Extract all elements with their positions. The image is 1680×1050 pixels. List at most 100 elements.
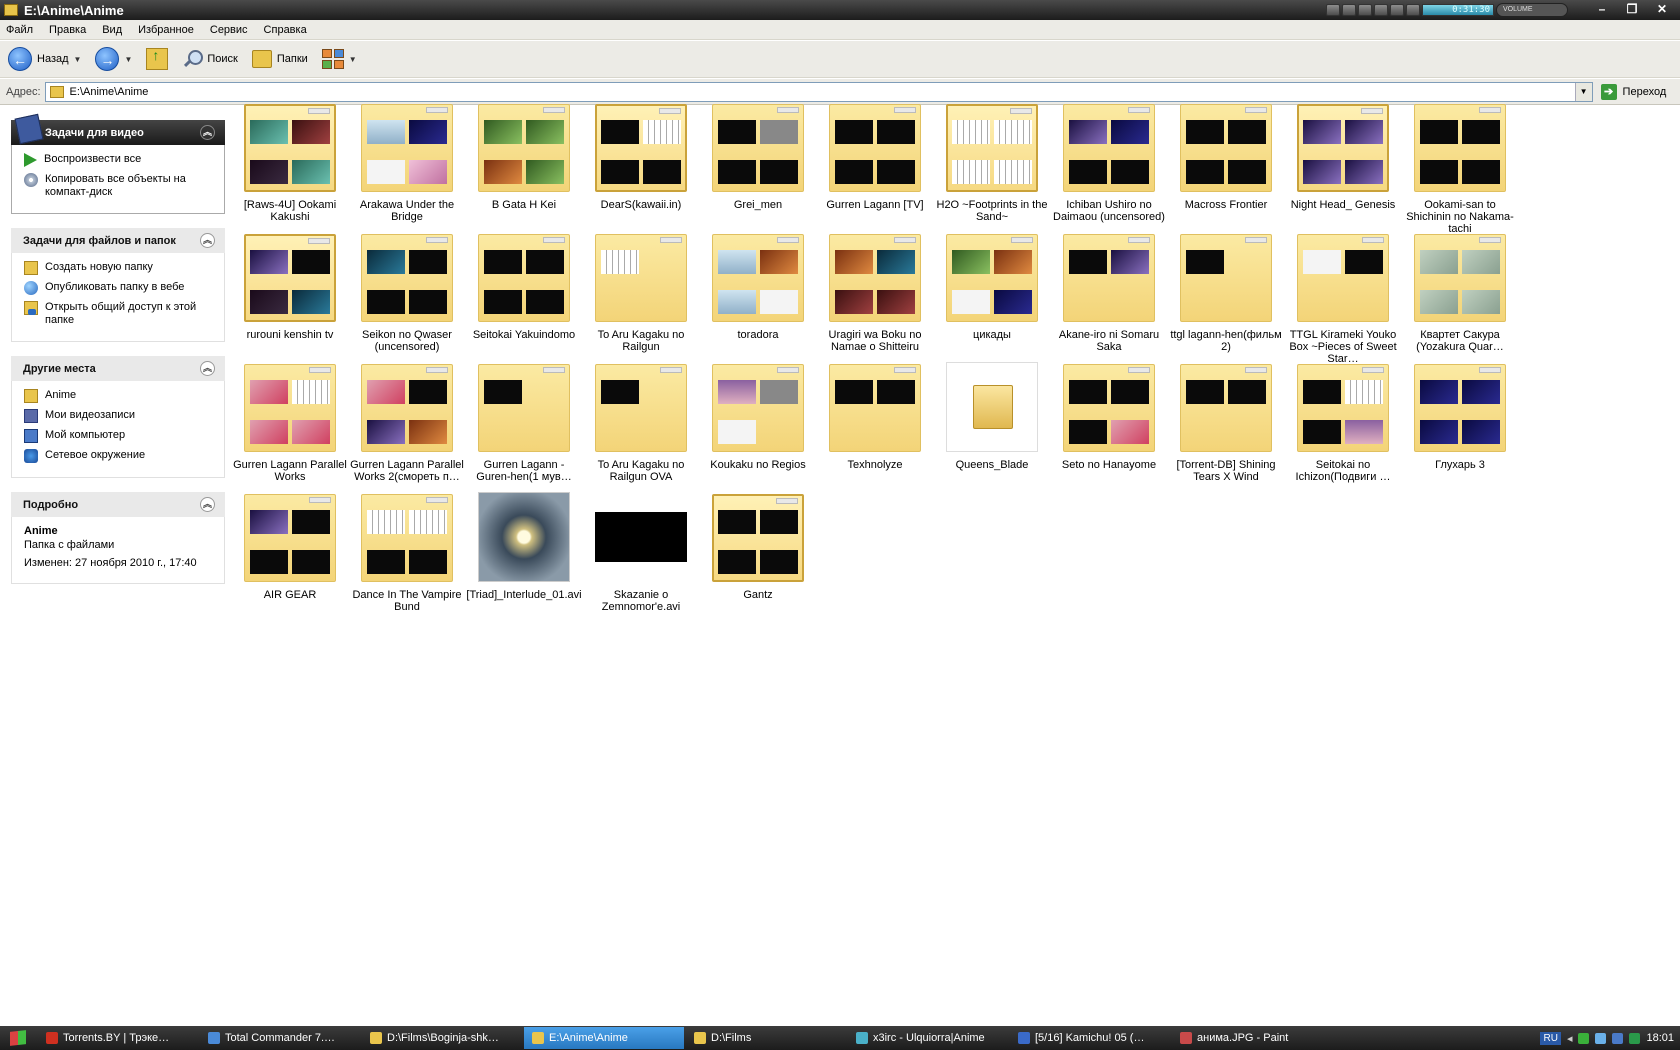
menu-file[interactable]: Файл bbox=[6, 24, 33, 36]
task-new-folder[interactable]: Создать новую папку bbox=[24, 261, 214, 275]
collapse-icon[interactable]: ︽ bbox=[200, 497, 215, 512]
taskbar-button[interactable]: Torrents.BY | Трэке… bbox=[38, 1027, 198, 1049]
file-item[interactable]: Arakawa Under the Bridge bbox=[349, 102, 465, 223]
search-button[interactable]: Поиск bbox=[182, 49, 238, 69]
player-play-button[interactable] bbox=[1342, 4, 1356, 16]
player-eject-button[interactable] bbox=[1406, 4, 1420, 16]
file-item[interactable]: To Aru Kagaku no Railgun OVA bbox=[583, 362, 699, 483]
tray-network-icon[interactable] bbox=[1595, 1032, 1607, 1044]
other-places-header[interactable]: Другие места ︽ bbox=[11, 356, 225, 381]
file-item[interactable]: Skazanie o Zemnomor'e.avi bbox=[583, 492, 699, 613]
folders-button[interactable]: Папки bbox=[251, 50, 308, 68]
collapse-icon[interactable]: ︽ bbox=[200, 125, 215, 140]
file-item[interactable]: Night Head_ Genesis bbox=[1285, 102, 1401, 211]
volume-slider[interactable]: VOLUME bbox=[1496, 3, 1568, 17]
place-anime[interactable]: Anime bbox=[24, 389, 214, 403]
chevron-down-icon[interactable]: ▼ bbox=[349, 55, 357, 64]
file-item[interactable]: [Torrent-DB] Shining Tears X Wind bbox=[1168, 362, 1284, 483]
file-item[interactable]: Texhnolyze bbox=[817, 362, 933, 471]
file-item[interactable]: ttgl lagann-hen(фильм 2) bbox=[1168, 232, 1284, 353]
task-share-folder[interactable]: Открыть общий доступ к этой папке bbox=[24, 301, 214, 327]
task-copy-to-cd[interactable]: Копировать все объекты на компакт-диск bbox=[24, 173, 214, 199]
menu-favorites[interactable]: Избранное bbox=[138, 24, 194, 36]
file-item[interactable]: DearS(kawaii.in) bbox=[583, 102, 699, 211]
taskbar-button[interactable]: D:\Films\Boginja-shk… bbox=[362, 1027, 522, 1049]
file-item[interactable]: TTGL Kirameki Youko Box ~Pieces of Sweet… bbox=[1285, 232, 1401, 365]
tray-expand-icon[interactable]: ◂ bbox=[1567, 1032, 1573, 1045]
file-item[interactable]: B Gata H Kei bbox=[466, 102, 582, 211]
taskbar-button[interactable]: анима.JPG - Paint bbox=[1172, 1027, 1332, 1049]
menu-view[interactable]: Вид bbox=[102, 24, 122, 36]
taskbar-button[interactable]: E:\Anime\Anime bbox=[524, 1027, 684, 1049]
file-item[interactable]: Gurren Lagann - Guren-hen(1 мув… bbox=[466, 362, 582, 483]
file-item[interactable]: Seitokai Yakuindomo bbox=[466, 232, 582, 341]
minimize-button[interactable]: – bbox=[1590, 1, 1614, 17]
maximize-button[interactable]: ❐ bbox=[1620, 1, 1644, 17]
details-header[interactable]: Подробно ︽ bbox=[11, 492, 225, 517]
player-prev-button[interactable] bbox=[1326, 4, 1340, 16]
file-item[interactable]: Gurren Lagann [TV] bbox=[817, 102, 933, 211]
tray-monitor-icon[interactable] bbox=[1612, 1032, 1624, 1044]
tray-shield-icon[interactable] bbox=[1629, 1032, 1641, 1044]
file-item[interactable]: rurouni kenshin tv bbox=[232, 232, 348, 341]
taskbar-button[interactable]: x3irc - Ulquiorra|Anime bbox=[848, 1027, 1008, 1049]
file-item[interactable]: Gurren Lagann Parallel Works bbox=[232, 362, 348, 483]
file-item[interactable]: Глухарь 3 bbox=[1402, 362, 1518, 471]
taskbar-button[interactable]: Total Commander 7.… bbox=[200, 1027, 360, 1049]
collapse-icon[interactable]: ︽ bbox=[200, 233, 215, 248]
chevron-down-icon[interactable]: ▼ bbox=[74, 55, 82, 64]
file-item[interactable]: Квартет Сакура (Yozakura Quar… bbox=[1402, 232, 1518, 353]
file-item[interactable]: Macross Frontier bbox=[1168, 102, 1284, 211]
file-item[interactable]: Koukaku no Regios bbox=[700, 362, 816, 471]
file-item[interactable]: Ookami-san to Shichinin no Nakama-tachi bbox=[1402, 102, 1518, 235]
video-tasks-header[interactable]: Задачи для видео ︽ bbox=[11, 113, 225, 145]
file-item[interactable]: Seto no Hanayome bbox=[1051, 362, 1167, 471]
file-item[interactable]: toradora bbox=[700, 232, 816, 341]
file-item[interactable]: H2O ~Footprints in the Sand~ bbox=[934, 102, 1050, 223]
chevron-down-icon[interactable]: ▼ bbox=[124, 55, 132, 64]
file-item[interactable]: Uragiri wa Boku no Namae o Shitteiru bbox=[817, 232, 933, 353]
file-item[interactable]: Akane-iro ni Somaru Saka bbox=[1051, 232, 1167, 353]
menu-edit[interactable]: Правка bbox=[49, 24, 86, 36]
views-button[interactable]: ▼ bbox=[321, 49, 357, 69]
task-label: Открыть общий доступ к этой папке bbox=[45, 301, 197, 326]
player-pause-button[interactable] bbox=[1358, 4, 1372, 16]
start-button[interactable] bbox=[0, 1026, 36, 1050]
up-folder-button[interactable] bbox=[146, 47, 169, 70]
file-item[interactable]: Seitokai no Ichizon(Подвиги … bbox=[1285, 362, 1401, 483]
back-button[interactable]: ← Назад ▼ bbox=[8, 47, 81, 71]
file-item[interactable]: Gantz bbox=[700, 492, 816, 601]
task-play-all[interactable]: Воспроизвести все bbox=[24, 153, 214, 167]
player-next-button[interactable] bbox=[1390, 4, 1404, 16]
file-tasks-header[interactable]: Задачи для файлов и папок ︽ bbox=[11, 228, 225, 253]
file-item[interactable]: [Raws-4U] Ookami Kakushi bbox=[232, 102, 348, 223]
file-item[interactable]: Gurren Lagann Parallel Works 2(смореть п… bbox=[349, 362, 465, 483]
place-my-computer[interactable]: Мой компьютер bbox=[24, 429, 214, 443]
file-item[interactable]: [Triad]_Interlude_01.avi bbox=[466, 492, 582, 601]
player-stop-button[interactable] bbox=[1374, 4, 1388, 16]
go-button[interactable]: ➔ Переход bbox=[1600, 83, 1666, 100]
file-item[interactable]: To Aru Kagaku no Railgun bbox=[583, 232, 699, 353]
menu-tools[interactable]: Сервис bbox=[210, 24, 248, 36]
taskbar-button[interactable]: [5/16] Kamichu! 05 (… bbox=[1010, 1027, 1170, 1049]
collapse-icon[interactable]: ︽ bbox=[200, 361, 215, 376]
menu-help[interactable]: Справка bbox=[264, 24, 307, 36]
file-item[interactable]: AIR GEAR bbox=[232, 492, 348, 601]
preview-image bbox=[367, 550, 405, 574]
file-item[interactable]: Seikon no Qwaser (uncensored) bbox=[349, 232, 465, 353]
file-item[interactable]: Grei_men bbox=[700, 102, 816, 211]
language-indicator[interactable]: RU bbox=[1540, 1031, 1561, 1045]
file-item[interactable]: Dance In The Vampire Bund bbox=[349, 492, 465, 613]
file-item[interactable]: Queens_Blade bbox=[934, 362, 1050, 471]
place-network[interactable]: Сетевое окружение bbox=[24, 449, 214, 463]
file-item[interactable]: цикады bbox=[934, 232, 1050, 341]
file-item[interactable]: Ichiban Ushiro no Daimaou (uncensored) bbox=[1051, 102, 1167, 223]
address-dropdown-button[interactable]: ▼ bbox=[1574, 82, 1592, 101]
taskbar-button[interactable]: D:\Films bbox=[686, 1027, 846, 1049]
address-input[interactable]: E:\Anime\Anime ▼ bbox=[44, 81, 1593, 102]
task-publish-web[interactable]: Опубликовать папку в вебе bbox=[24, 281, 214, 295]
close-button[interactable]: ✕ bbox=[1650, 1, 1674, 17]
tray-app-icon[interactable] bbox=[1578, 1032, 1590, 1044]
place-my-videos[interactable]: Мои видеозаписи bbox=[24, 409, 214, 423]
forward-button[interactable]: → ▼ bbox=[95, 47, 132, 71]
